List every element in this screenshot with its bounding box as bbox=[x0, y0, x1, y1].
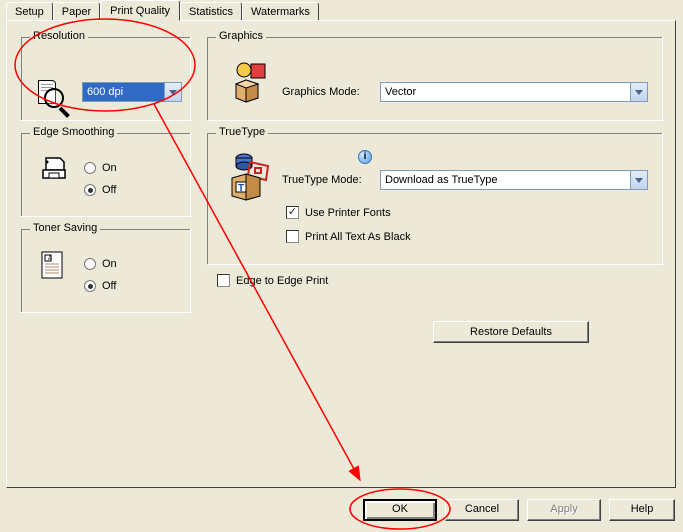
tab-bar: Setup Paper Print Quality Statistics Wat… bbox=[6, 2, 319, 20]
graphics-mode-label: Graphics Mode: bbox=[282, 86, 360, 98]
resolution-select[interactable]: 600 dpi bbox=[82, 82, 182, 102]
group-resolution: Resolution 600 dpi bbox=[21, 37, 191, 121]
group-toner-title: Toner Saving bbox=[30, 222, 100, 234]
apply-button: Apply bbox=[527, 499, 601, 521]
radio-icon bbox=[84, 280, 96, 292]
print-all-black-checkbox[interactable]: Print All Text As Black bbox=[286, 230, 411, 243]
help-label: Help bbox=[631, 503, 654, 515]
graphics-icon bbox=[228, 58, 276, 106]
group-graphics-title: Graphics bbox=[216, 30, 266, 42]
use-printer-fonts-checkbox[interactable]: ✓ Use Printer Fonts bbox=[286, 206, 391, 219]
group-graphics: Graphics Graphics Mode: Vector bbox=[207, 37, 663, 121]
resolution-select-value: 600 dpi bbox=[87, 86, 123, 98]
edge-on-label: On bbox=[102, 162, 117, 174]
tab-setup[interactable]: Setup bbox=[6, 2, 53, 20]
group-truetype: TrueType i T TrueType Mode: Download as … bbox=[207, 133, 663, 265]
tab-setup-label: Setup bbox=[15, 6, 44, 18]
printer-icon bbox=[40, 154, 68, 182]
tab-print-quality-label: Print Quality bbox=[110, 5, 170, 17]
tab-paper-label: Paper bbox=[62, 6, 91, 18]
group-resolution-title: Resolution bbox=[30, 30, 88, 42]
checkbox-icon: ✓ bbox=[286, 206, 299, 219]
ok-label: OK bbox=[392, 503, 408, 515]
chevron-down-icon bbox=[630, 171, 647, 189]
svg-text:T: T bbox=[238, 183, 244, 194]
truetype-mode-label: TrueType Mode: bbox=[282, 174, 362, 186]
edge-smoothing-on-radio[interactable]: On bbox=[84, 162, 117, 174]
tab-statistics-label: Statistics bbox=[189, 6, 233, 18]
resolution-icon bbox=[34, 78, 70, 114]
toner-off-radio[interactable]: Off bbox=[84, 280, 116, 292]
apply-label: Apply bbox=[550, 503, 578, 515]
restore-defaults-button[interactable]: Restore Defaults bbox=[433, 321, 589, 343]
tab-print-quality[interactable]: Print Quality bbox=[100, 0, 180, 21]
tab-statistics[interactable]: Statistics bbox=[180, 2, 242, 20]
edge-to-edge-label: Edge to Edge Print bbox=[236, 275, 328, 287]
radio-icon bbox=[84, 162, 96, 174]
truetype-mode-select[interactable]: Download as TrueType bbox=[380, 170, 648, 190]
toner-on-label: On bbox=[102, 258, 117, 270]
checkbox-icon bbox=[286, 230, 299, 243]
help-button[interactable]: Help bbox=[609, 499, 675, 521]
truetype-icon: T bbox=[228, 152, 276, 204]
group-truetype-title: TrueType bbox=[216, 126, 268, 138]
toner-on-radio[interactable]: On bbox=[84, 258, 117, 270]
edge-smoothing-off-radio[interactable]: Off bbox=[84, 184, 116, 196]
use-printer-fonts-label: Use Printer Fonts bbox=[305, 207, 391, 219]
group-toner-saving: Toner Saving A On Off bbox=[21, 229, 191, 313]
checkbox-icon bbox=[217, 274, 230, 287]
graphics-mode-select[interactable]: Vector bbox=[380, 82, 648, 102]
graphics-mode-value: Vector bbox=[385, 86, 416, 98]
ok-button[interactable]: OK bbox=[363, 499, 437, 521]
toner-off-label: Off bbox=[102, 280, 116, 292]
tab-watermarks[interactable]: Watermarks bbox=[242, 2, 319, 20]
chevron-down-icon bbox=[164, 83, 181, 101]
tab-watermarks-label: Watermarks bbox=[251, 6, 310, 18]
chevron-down-icon bbox=[630, 83, 647, 101]
tab-paper[interactable]: Paper bbox=[53, 2, 100, 20]
cancel-button[interactable]: Cancel bbox=[445, 499, 519, 521]
edge-off-label: Off bbox=[102, 184, 116, 196]
cancel-label: Cancel bbox=[465, 503, 499, 515]
print-all-black-label: Print All Text As Black bbox=[305, 231, 411, 243]
restore-defaults-label: Restore Defaults bbox=[470, 326, 552, 338]
info-icon[interactable]: i bbox=[358, 150, 372, 164]
radio-icon bbox=[84, 258, 96, 270]
tab-pane: Resolution 600 dpi Edge Smoothing bbox=[6, 20, 676, 488]
toner-icon: A bbox=[40, 250, 66, 280]
group-edge-smoothing: Edge Smoothing On Off bbox=[21, 133, 191, 217]
truetype-mode-value: Download as TrueType bbox=[385, 174, 498, 186]
radio-icon bbox=[84, 184, 96, 196]
edge-to-edge-checkbox[interactable]: Edge to Edge Print bbox=[217, 274, 328, 287]
group-edge-title: Edge Smoothing bbox=[30, 126, 117, 138]
svg-text:A: A bbox=[48, 256, 52, 262]
